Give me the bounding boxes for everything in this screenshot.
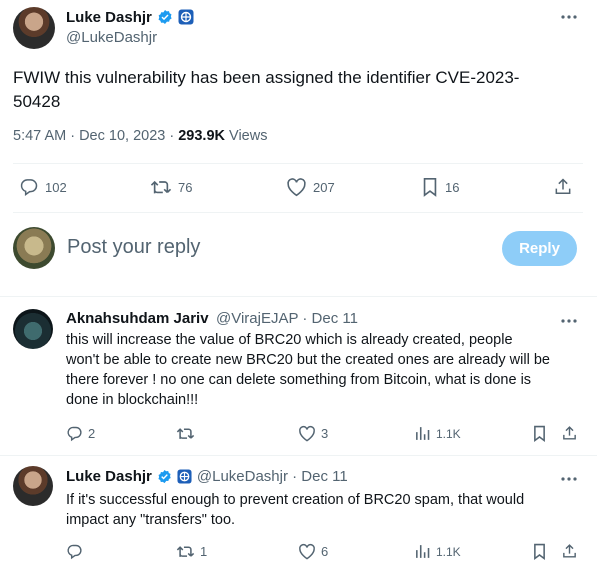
views-count: 293.9K <box>178 128 225 144</box>
share-icon[interactable] <box>561 425 578 442</box>
more-options-icon[interactable] <box>561 12 577 22</box>
reply-icon <box>19 177 39 197</box>
retweet-action[interactable]: 1 <box>176 543 207 560</box>
reply-count: 102 <box>45 179 67 195</box>
reply-action[interactable]: 2 <box>66 425 95 442</box>
bookmark-action[interactable]: 16 <box>421 177 459 197</box>
tweet-text-line: 50428 <box>13 92 61 111</box>
divider <box>13 212 583 213</box>
reply-text-line: there forever ! no one can delete someth… <box>66 372 532 388</box>
analytics-icon <box>414 425 431 442</box>
reply-text-line: this will increase the value of BRC20 wh… <box>66 332 513 348</box>
author-name[interactable]: Luke Dashjr <box>66 9 152 26</box>
like-action[interactable]: 3 <box>298 425 328 442</box>
affiliate-badge-icon <box>177 469 192 484</box>
more-options-icon[interactable] <box>561 474 577 484</box>
reply-header: Aknahsuhdam Jariv @VirajEJAP · Dec 11 <box>66 310 358 328</box>
divider <box>13 163 583 164</box>
affiliate-badge-icon <box>178 9 194 25</box>
heart-icon <box>298 543 316 560</box>
share-icon[interactable] <box>561 543 578 560</box>
views-action[interactable]: 1.1K <box>414 543 461 560</box>
reply-action[interactable]: 102 <box>19 177 67 197</box>
author-name[interactable]: Aknahsuhdam Jariv <box>66 310 209 327</box>
views-count: 1.1K <box>436 544 461 559</box>
retweet-count: 76 <box>178 179 193 195</box>
reply-count: 2 <box>88 426 96 441</box>
author-handle[interactable]: @LukeDashjr <box>66 29 157 46</box>
reply-text-line: If it's successful enough to prevent cre… <box>66 492 525 508</box>
retweet-icon <box>150 177 172 197</box>
tweet-text: FWIW this vulnerability has been assigne… <box>13 66 583 114</box>
author-handle[interactable]: @LukeDashjr · Dec 11 <box>197 468 348 485</box>
like-count: 6 <box>321 544 329 559</box>
verified-badge-icon <box>157 9 173 25</box>
views-action[interactable]: 1.1K <box>414 425 461 442</box>
share-icon[interactable] <box>553 177 573 197</box>
reply-text-line: impact any "transfers" too. <box>66 512 236 528</box>
bookmark-icon <box>421 177 439 197</box>
like-action[interactable]: 207 <box>286 177 335 197</box>
reply-icon <box>66 425 83 442</box>
divider <box>0 296 597 297</box>
tweet-text-line: FWIW this vulnerability has been assigne… <box>13 68 520 87</box>
tweet-header: Luke Dashjr <box>66 7 194 27</box>
author-handle[interactable]: @VirajEJAP · Dec 11 <box>216 310 358 327</box>
reply-text-line: done in blockchain!!! <box>66 392 199 408</box>
views-label: Views <box>225 128 268 144</box>
retweet-icon <box>176 543 195 560</box>
like-action[interactable]: 6 <box>298 543 328 560</box>
avatar[interactable] <box>13 466 53 506</box>
heart-icon <box>286 177 307 197</box>
reply-text-line: won't be able to create new BRC20 but th… <box>66 352 550 368</box>
reply-text: this will increase the value of BRC20 wh… <box>66 330 586 410</box>
bookmark-icon[interactable] <box>532 425 547 442</box>
heart-icon <box>298 425 316 442</box>
retweet-action[interactable] <box>176 425 200 442</box>
timestamp[interactable]: 5:47 AM · Dec 10, 2023 · <box>13 128 178 144</box>
views-count: 1.1K <box>436 426 461 441</box>
divider <box>0 455 597 456</box>
bookmark-icon[interactable] <box>532 543 547 560</box>
retweet-action[interactable]: 76 <box>150 177 192 197</box>
reply-button[interactable]: Reply <box>502 231 577 266</box>
verified-badge-icon <box>157 469 172 484</box>
more-options-icon[interactable] <box>561 316 577 326</box>
retweet-count: 1 <box>200 544 208 559</box>
analytics-icon <box>414 543 431 560</box>
tweet-meta: 5:47 AM · Dec 10, 2023 · 293.9K Views <box>13 128 267 144</box>
reply-action[interactable] <box>66 543 88 560</box>
avatar[interactable] <box>13 7 55 49</box>
author-name[interactable]: Luke Dashjr <box>66 468 152 485</box>
reply-icon <box>66 543 83 560</box>
like-count: 3 <box>321 426 329 441</box>
like-count: 207 <box>313 179 335 195</box>
reply-input[interactable]: Post your reply <box>67 236 200 259</box>
reply-text: If it's successful enough to prevent cre… <box>66 490 586 530</box>
avatar[interactable] <box>13 309 53 349</box>
bookmark-count: 16 <box>445 179 460 195</box>
avatar[interactable] <box>13 227 55 269</box>
reply-header: Luke Dashjr @LukeDashjr · Dec 11 <box>66 468 348 485</box>
retweet-icon <box>176 425 195 442</box>
